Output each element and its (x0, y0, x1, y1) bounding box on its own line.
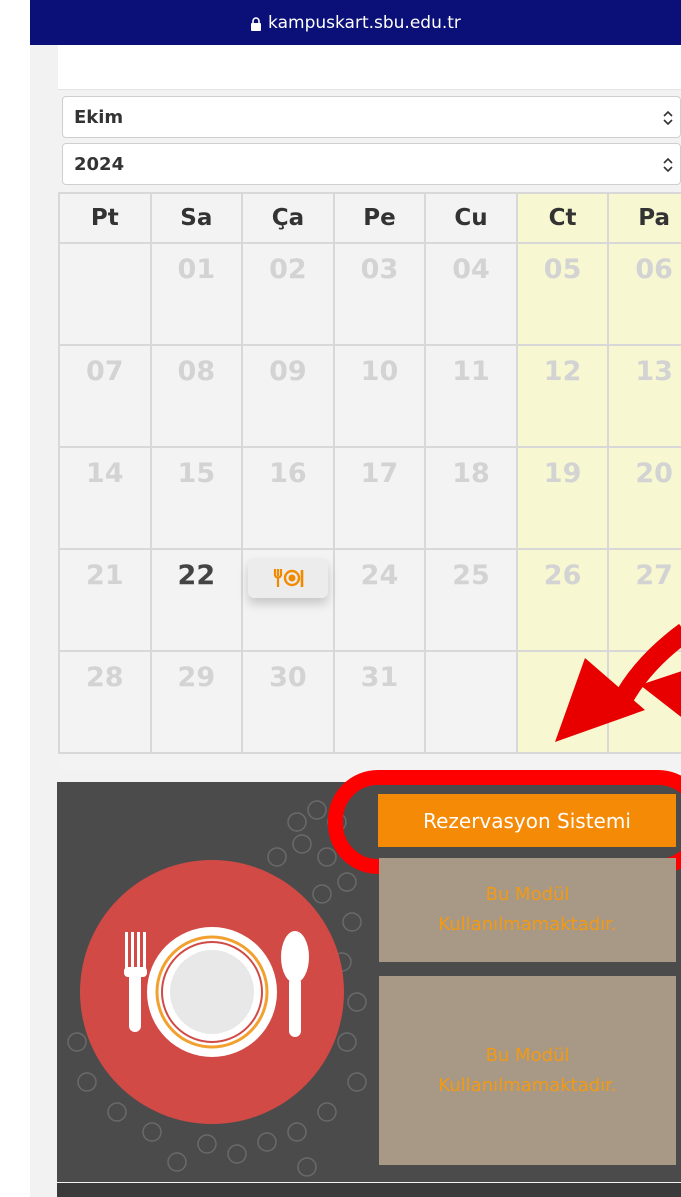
day-cell[interactable]: 09 (241, 344, 335, 448)
day-cell[interactable]: 10 (332, 344, 427, 448)
meal-reservation-button[interactable] (247, 558, 328, 598)
day-cell[interactable]: 11 (424, 344, 518, 448)
day-cell[interactable]: 30 (241, 650, 335, 754)
weekday-header: Sa (149, 192, 244, 244)
day-cell[interactable]: 02 (241, 242, 335, 346)
day-cell[interactable]: 12 (515, 344, 610, 448)
weekday-header: Cu (424, 192, 518, 244)
day-cell[interactable]: 17 (332, 446, 427, 550)
day-cell[interactable]: 24 (332, 548, 427, 652)
day-cell[interactable]: 04 (424, 242, 518, 346)
day-cell[interactable]: 18 (424, 446, 518, 550)
month-value: Ekim (74, 106, 124, 128)
day-cell-meal[interactable] (241, 548, 335, 652)
day-cell[interactable]: 31 (332, 650, 427, 754)
chevron-updown-icon (663, 157, 673, 173)
module-label: Bu Modül Kullanılmamaktadır. (438, 1044, 617, 1096)
day-cell[interactable]: 16 (241, 446, 335, 550)
lock-icon (251, 16, 262, 31)
day-cell[interactable]: 05 (515, 242, 610, 346)
day-cell[interactable]: 28 (58, 650, 152, 754)
day-cell[interactable]: 14 (58, 446, 152, 550)
browser-url-bar[interactable]: kampuskart.sbu.edu.tr (30, 0, 681, 45)
chevron-updown-icon (663, 110, 673, 126)
day-cell[interactable]: 06 (607, 242, 681, 346)
unused-module-tile[interactable]: Bu Modül Kullanılmamaktadır. (379, 976, 676, 1165)
next-panel-edge (57, 1183, 681, 1197)
header-bar (58, 45, 681, 90)
year-select[interactable]: 2024 (62, 143, 681, 185)
day-cell (58, 242, 152, 346)
weekday-header: Pa (607, 192, 681, 244)
day-cell[interactable]: 13 (607, 344, 681, 448)
weekday-header: Pe (332, 192, 427, 244)
day-cell (424, 650, 518, 754)
day-cell[interactable]: 29 (149, 650, 244, 754)
day-cell-today[interactable]: 22 (149, 548, 244, 652)
day-cell[interactable]: 21 (58, 548, 152, 652)
weekday-header: Pt (58, 192, 152, 244)
day-cell[interactable]: 08 (149, 344, 244, 448)
month-select[interactable]: Ekim (62, 96, 681, 138)
red-arrow-annotation (555, 623, 681, 742)
url-text: kampuskart.sbu.edu.tr (268, 12, 461, 33)
weekday-header: Ça (241, 192, 335, 244)
weekday-header: Ct (515, 192, 610, 244)
day-cell[interactable]: 19 (515, 446, 610, 550)
day-cell[interactable]: 01 (149, 242, 244, 346)
day-cell[interactable]: 25 (424, 548, 518, 652)
year-value: 2024 (74, 153, 125, 175)
unused-module-tile[interactable]: Bu Modül Kullanılmamaktadır. (379, 858, 676, 962)
utensils-plate-icon (273, 569, 304, 587)
day-cell[interactable]: 20 (607, 446, 681, 550)
day-cell[interactable]: 03 (332, 242, 427, 346)
day-cell[interactable]: 07 (58, 344, 152, 448)
day-cell[interactable]: 15 (149, 446, 244, 550)
module-label: Bu Modül Kullanılmamaktadır. (438, 884, 617, 935)
